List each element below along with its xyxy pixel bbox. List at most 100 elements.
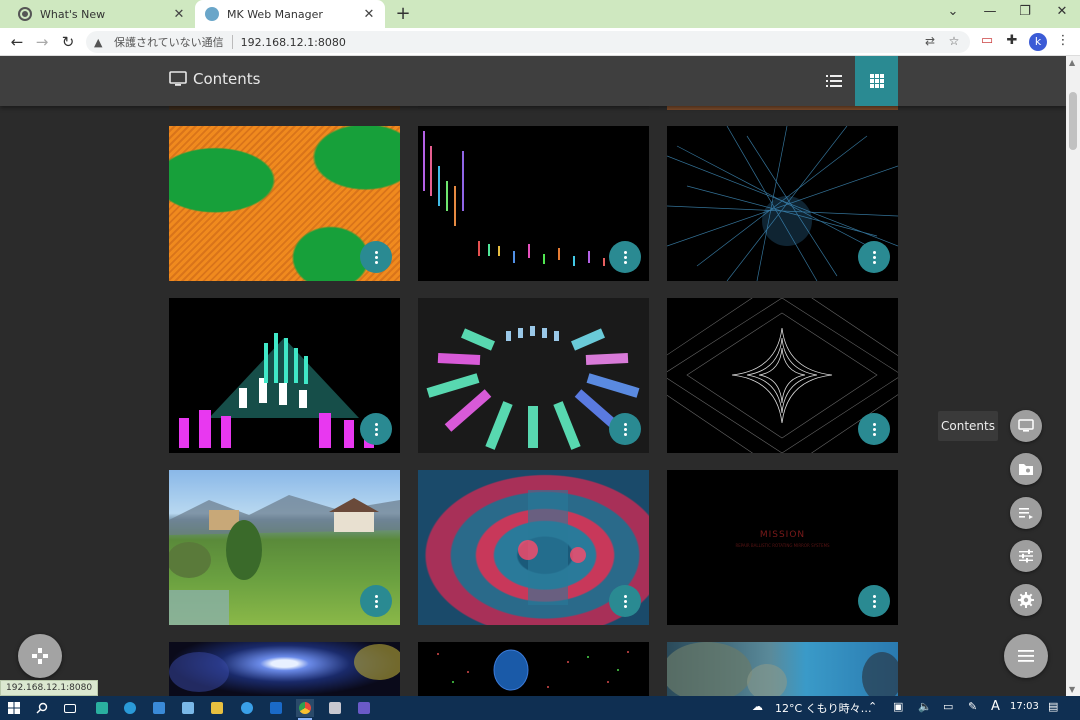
close-icon[interactable]: ✕ xyxy=(169,7,189,22)
chrome-icon xyxy=(20,9,30,19)
menu-fab-button[interactable] xyxy=(1004,634,1048,678)
app-viewport: Contents MISSION REPAIR BALLISTIC ROTATI… xyxy=(0,56,1066,696)
settings-fab-button[interactable] xyxy=(1010,584,1042,616)
windows-start-icon[interactable] xyxy=(5,699,23,717)
tray-app-icon[interactable]: ▣ xyxy=(893,700,903,713)
close-icon[interactable]: ✕ xyxy=(359,7,379,22)
grid-view-button[interactable] xyxy=(855,56,898,106)
contents-fab-button[interactable] xyxy=(1010,410,1042,442)
tray-chevron-icon[interactable]: ⌃ xyxy=(868,700,877,713)
tab-title: MK Web Manager xyxy=(227,7,323,21)
more-options-button[interactable] xyxy=(360,413,392,445)
tab-mk-web-manager[interactable]: MK Web Manager ✕ xyxy=(195,0,385,28)
playlist-fab-button[interactable] xyxy=(1010,497,1042,529)
minimize-button[interactable]: — xyxy=(975,4,1005,19)
folder-fab-button[interactable] xyxy=(1010,453,1042,485)
address-bar[interactable]: ▲ 保護されていない通信 192.168.12.1:8080 ⇄ ☆ xyxy=(86,31,970,53)
monitor-icon xyxy=(1018,419,1034,432)
maximize-button[interactable]: ❐ xyxy=(1010,4,1040,19)
outlook-icon[interactable] xyxy=(267,699,285,717)
back-button[interactable]: ← xyxy=(7,32,27,52)
thumbnail-peek xyxy=(667,106,898,110)
insecure-label: 保護されていない通信 xyxy=(114,36,224,49)
more-options-button[interactable] xyxy=(858,241,890,273)
menu-kebab-icon[interactable]: ⋮ xyxy=(1054,33,1072,51)
more-options-button[interactable] xyxy=(360,241,392,273)
content-thumbnail[interactable] xyxy=(418,642,649,696)
edge-icon[interactable] xyxy=(121,699,139,717)
tab-whats-new[interactable]: What's New ✕ xyxy=(8,0,195,28)
forward-button[interactable]: → xyxy=(32,32,52,52)
sliders-icon xyxy=(1019,549,1033,563)
weather-text[interactable]: 12°C くもり時々… xyxy=(775,700,872,716)
more-options-button[interactable] xyxy=(609,585,641,617)
gamepad-icon xyxy=(32,648,48,664)
tab-title: What's New xyxy=(40,7,106,21)
url-text[interactable]: 192.168.12.1:8080 xyxy=(241,36,346,49)
store-icon[interactable] xyxy=(150,699,168,717)
ie-icon[interactable] xyxy=(238,699,256,717)
teams-icon[interactable] xyxy=(355,699,373,717)
app-icon-blue[interactable] xyxy=(179,699,197,717)
blue-planet-art xyxy=(437,649,629,691)
ime-indicator[interactable]: A xyxy=(991,699,1000,714)
more-options-button[interactable] xyxy=(609,413,641,445)
window-close-button[interactable]: ✕ xyxy=(1047,4,1077,19)
volume-icon[interactable]: 🔈 xyxy=(918,700,932,713)
translate-icon[interactable]: ⇄ xyxy=(922,34,938,50)
hamburger-icon xyxy=(1018,650,1034,662)
content-thumbnail[interactable] xyxy=(667,126,898,281)
clock[interactable]: 17:03 xyxy=(1010,701,1039,712)
bookmark-star-icon[interactable]: ☆ xyxy=(946,34,962,50)
more-options-button[interactable] xyxy=(360,585,392,617)
gamepad-fab-button[interactable] xyxy=(18,634,62,678)
more-options-button[interactable] xyxy=(609,241,641,273)
battery-icon[interactable]: ▭ xyxy=(943,700,953,713)
browser-toolbar: ← → ↻ ▲ 保護されていない通信 192.168.12.1:8080 ⇄ ☆… xyxy=(0,28,1080,56)
chrome-icon[interactable] xyxy=(296,699,314,720)
app-icon-gray[interactable] xyxy=(326,699,344,717)
fab-tooltip: Contents xyxy=(938,411,998,441)
content-thumbnail[interactable]: MISSION REPAIR BALLISTIC ROTATING MIRROR… xyxy=(667,470,898,625)
content-thumbnail[interactable] xyxy=(169,126,400,281)
content-thumbnail[interactable] xyxy=(418,298,649,453)
search-icon[interactable] xyxy=(33,699,51,717)
content-thumbnail[interactable] xyxy=(169,470,400,625)
file-explorer-icon[interactable] xyxy=(208,699,226,717)
profile-avatar[interactable]: k xyxy=(1029,33,1047,51)
app-icon-teal[interactable] xyxy=(93,699,111,717)
playlist-icon xyxy=(1019,508,1033,519)
galaxy-art xyxy=(169,644,400,692)
content-thumbnail[interactable] xyxy=(169,298,400,453)
thumbnail-peek xyxy=(418,106,649,110)
app-bar: Contents xyxy=(0,56,1066,106)
pen-icon[interactable]: ✎ xyxy=(968,700,977,713)
adjust-fab-button[interactable] xyxy=(1010,540,1042,572)
scrollbar-thumb[interactable] xyxy=(1069,92,1077,150)
reload-button[interactable]: ↻ xyxy=(58,32,78,52)
browser-tab-bar: What's New ✕ MK Web Manager ✕ + ⌄ — ❐ ✕ xyxy=(0,0,1080,28)
task-view-icon[interactable] xyxy=(61,699,79,717)
list-view-button[interactable] xyxy=(812,56,855,106)
content-thumbnail[interactable] xyxy=(667,298,898,453)
folder-star-icon xyxy=(1019,464,1033,475)
mission-title: MISSION xyxy=(759,530,806,540)
page-scrollbar[interactable]: ▲ ▼ xyxy=(1066,56,1080,696)
tab-search-chevron-icon[interactable]: ⌄ xyxy=(938,4,968,19)
cast-icon[interactable]: ▭ xyxy=(978,33,996,51)
weather-icon[interactable]: ☁ xyxy=(752,700,763,713)
content-thumbnail[interactable] xyxy=(169,642,400,696)
content-thumbnail[interactable] xyxy=(418,470,649,625)
content-thumbnail[interactable] xyxy=(418,126,649,281)
scroll-up-icon[interactable]: ▲ xyxy=(1069,58,1075,67)
mission-subtitle: REPAIR BALLISTIC ROTATING MIRROR SYSTEMS xyxy=(735,543,830,548)
scroll-down-icon[interactable]: ▼ xyxy=(1069,685,1075,694)
new-tab-button[interactable]: + xyxy=(393,3,413,24)
content-thumbnail[interactable] xyxy=(667,642,898,696)
more-options-button[interactable] xyxy=(858,413,890,445)
more-options-button[interactable] xyxy=(858,585,890,617)
extensions-icon[interactable]: ✚ xyxy=(1003,33,1021,51)
notifications-icon[interactable]: ▤ xyxy=(1048,700,1058,713)
os-taskbar: ☁ 12°C くもり時々… ⌃ ▣ 🔈 ▭ ✎ A 17:03 ▤ xyxy=(0,696,1080,720)
reef-art xyxy=(667,642,898,696)
